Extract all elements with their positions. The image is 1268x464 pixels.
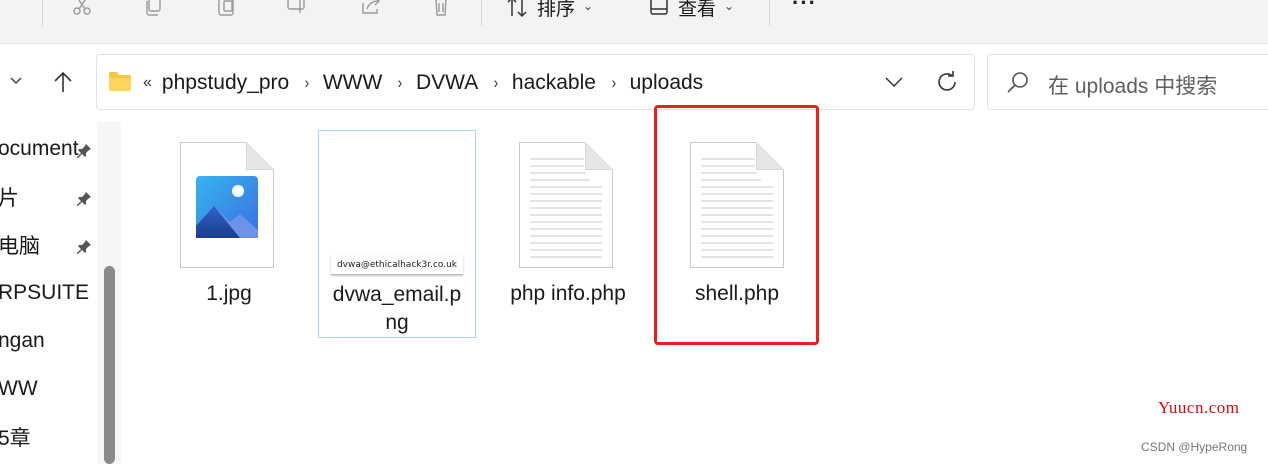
sidebar-item-this-pc[interactable]: 电脑 [0, 229, 96, 261]
toolbar-divider [769, 0, 770, 26]
command-bar: 排序 ⌄ 查看 ⌄ ··· [0, 0, 1268, 44]
file-name-line: ng [385, 311, 409, 334]
breadcrumb-separator[interactable]: › [494, 73, 499, 93]
delete-icon[interactable] [427, 0, 455, 18]
image-file-icon [180, 142, 274, 268]
sort-icon [507, 0, 527, 18]
view-label: 查看 [678, 0, 717, 20]
file-item-png[interactable]: dvwa@ethicalhack3r.co.uk dvwa_email.p ng [318, 130, 476, 338]
toolbar-divider [481, 0, 482, 26]
sidebar-item-label: ocument [0, 137, 79, 160]
toolbar-divider [42, 0, 43, 26]
sidebar-item-label: ngan [0, 329, 45, 352]
sort-label: 排序 [537, 0, 576, 20]
breadcrumb-separator[interactable]: › [305, 73, 310, 93]
file-name-line: dvwa_email.p [332, 283, 462, 306]
folder-icon [108, 70, 132, 92]
pin-icon [76, 237, 92, 254]
more-options-button[interactable]: ··· [792, 0, 817, 16]
sidebar-item-www[interactable]: WW [0, 373, 96, 405]
breadcrumb-separator[interactable]: › [612, 73, 617, 93]
sidebar-item-label: 电脑 [0, 235, 40, 258]
refresh-icon[interactable] [935, 69, 959, 95]
recent-locations-chevron-icon[interactable] [6, 70, 26, 90]
view-icon [650, 0, 668, 15]
sidebar-item-label: WW [0, 377, 38, 400]
copy-icon[interactable] [140, 0, 168, 18]
pin-icon [76, 189, 92, 206]
text-file-icon [519, 142, 613, 268]
sidebar-item-documents[interactable]: ocument [0, 133, 96, 165]
file-item-jpg[interactable]: 1.jpg [150, 130, 308, 338]
highlight-annotation-box [654, 105, 819, 345]
chevron-down-icon: ⌄ [583, 0, 594, 13]
breadcrumb-item[interactable]: DVWA [416, 71, 478, 95]
sidebar-item-burpsuite[interactable]: RPSUITE [0, 277, 96, 309]
chevron-down-icon[interactable] [883, 71, 905, 93]
sidebar-item-pictures[interactable]: 片 [0, 181, 96, 213]
search-box[interactable]: 在 uploads 中搜索 [987, 54, 1268, 110]
breadcrumb-item[interactable]: uploads [630, 71, 704, 95]
breadcrumb: « phpstudy_pro › WWW › DVWA › hackable ›… [143, 68, 703, 98]
sidebar-item-ngan[interactable]: ngan [0, 325, 96, 357]
breadcrumb-separator[interactable]: › [398, 73, 403, 93]
sidebar-scrollbar-thumb[interactable] [104, 266, 115, 464]
sidebar-item-label: 5章 [0, 427, 31, 450]
file-name: php info.php [510, 282, 626, 305]
search-input[interactable]: 在 uploads 中搜索 [1048, 70, 1217, 100]
search-icon [1006, 70, 1030, 94]
sidebar-item-label: RPSUITE [0, 281, 90, 304]
address-bar[interactable]: « phpstudy_pro › WWW › DVWA › hackable ›… [96, 54, 975, 110]
chevron-down-icon: ⌄ [724, 0, 735, 13]
breadcrumb-item[interactable]: hackable [512, 71, 596, 95]
file-name: 1.jpg [206, 282, 252, 305]
site-watermark: Yuucn.com [1158, 398, 1240, 417]
paste-icon[interactable] [212, 0, 240, 18]
sidebar-item-label: 片 [0, 187, 19, 210]
navigation-pane: ocument 片 电脑 RPSUITE ngan WW 5章 [0, 122, 96, 464]
share-icon[interactable] [356, 0, 384, 18]
cut-icon[interactable] [68, 0, 96, 18]
rename-icon[interactable] [283, 0, 311, 18]
breadcrumb-item[interactable]: phpstudy_pro [162, 71, 289, 95]
sort-button[interactable]: 排序 ⌄ [505, 0, 593, 20]
png-thumbnail: dvwa@ethicalhack3r.co.uk [331, 255, 463, 275]
up-arrow-icon[interactable] [48, 68, 78, 96]
sidebar-item-chapter[interactable]: 5章 [0, 421, 96, 453]
view-button[interactable]: 查看 ⌄ [648, 0, 734, 20]
file-name: dvwa_email.p ng [319, 281, 475, 337]
breadcrumb-overflow[interactable]: « [143, 74, 152, 92]
file-item-php-info[interactable]: php info.php [489, 130, 647, 338]
image-icon [196, 176, 258, 238]
pin-icon [76, 141, 92, 158]
breadcrumb-item[interactable]: WWW [323, 71, 382, 95]
author-watermark: CSDN @HypeRong [1141, 440, 1248, 454]
